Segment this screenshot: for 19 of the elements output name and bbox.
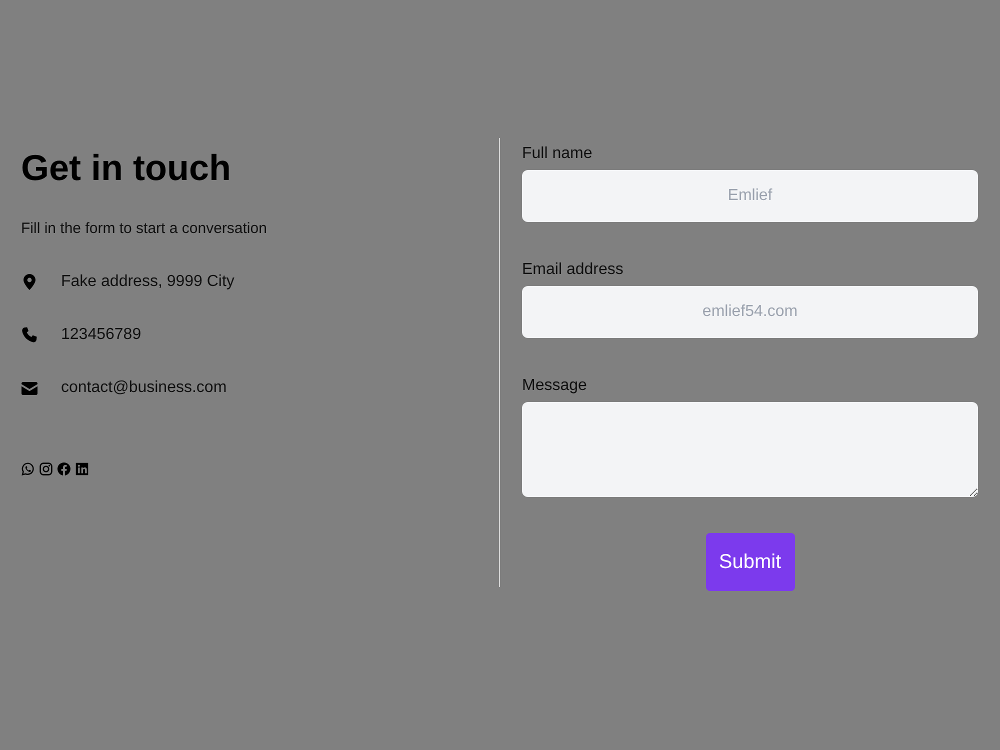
- phone-icon: [21, 327, 38, 343]
- contact-text: Fake address, 9999 City: [61, 272, 234, 292]
- input-field[interactable]: emlief54.com: [522, 286, 978, 338]
- facebook-icon[interactable]: [57, 461, 71, 477]
- field-label: Email address: [522, 260, 624, 280]
- field-label: Full name: [522, 144, 592, 164]
- whatsapp-icon[interactable]: [21, 461, 35, 477]
- instagram-icon[interactable]: [39, 461, 53, 477]
- map-pin-icon: [21, 274, 38, 290]
- subtitle: Fill in the form to start a conversation: [21, 219, 267, 239]
- contact-text: contact@business.com: [61, 378, 227, 398]
- submit-button[interactable]: Submit: [706, 533, 794, 591]
- linkedin-icon[interactable]: [75, 461, 89, 477]
- message-field[interactable]: [522, 402, 978, 497]
- heading: Get in touch: [21, 146, 231, 190]
- input-field[interactable]: Emlief: [522, 170, 978, 222]
- contact-text: 123456789: [61, 325, 142, 345]
- envelope-icon: [21, 382, 38, 394]
- field-label: Message: [522, 376, 587, 396]
